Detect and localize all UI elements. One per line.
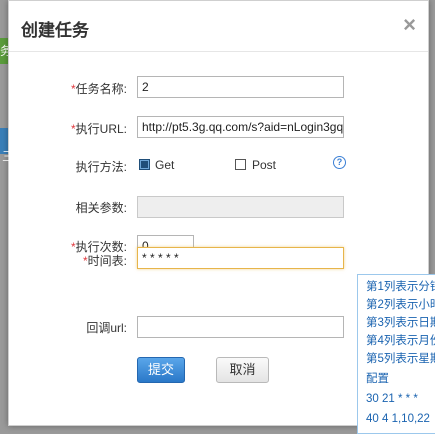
task-name-input[interactable]: 2 (137, 76, 344, 98)
tip-line: 配置 (366, 373, 389, 385)
help-icon[interactable]: ? (333, 156, 346, 169)
callback-label: 回调url: (86, 321, 127, 335)
tip-line: 第3列表示日期 (366, 317, 435, 329)
submit-button[interactable]: 提交 (137, 357, 185, 383)
tip-line: 第1列表示分钟 (366, 281, 435, 293)
close-icon[interactable]: × (403, 14, 416, 36)
method-post-label: Post (252, 158, 277, 172)
tip-line: 第2列表示小时 (366, 299, 435, 311)
method-post-radio[interactable] (235, 159, 246, 170)
tip-line: 30 21 * * * (366, 393, 418, 405)
method-get-radio[interactable] (139, 159, 150, 170)
dialog-title: 创建任务 (21, 21, 89, 40)
url-label: *执行URL: (70, 122, 127, 136)
schedule-label: *时间表: (82, 254, 127, 268)
task-name-label: *任务名称: (70, 82, 127, 96)
watermark: 三联网 3LIAN.COM (2, 149, 122, 164)
tip-line: 第4列表示月份 (366, 335, 435, 347)
params-label: 相关参数: (75, 201, 127, 215)
method-get-label: Get (155, 158, 175, 172)
schedule-input[interactable]: * * * * * (137, 247, 344, 269)
schedule-tooltip: 第1列表示分钟 第2列表示小时 第3列表示日期 第4列表示月份 第5列表示星期 … (357, 274, 435, 434)
cancel-button[interactable]: 取消 (216, 357, 269, 383)
dialog-header: 创建任务 × (9, 1, 428, 52)
params-input[interactable] (137, 196, 344, 218)
url-input[interactable]: http://pt5.3g.qq.com/s?aid=nLogin3gq (137, 116, 344, 138)
tip-line: 第5列表示星期 (366, 353, 435, 365)
callback-input[interactable] (137, 316, 344, 338)
tip-line: 40 4 1,10,22 (366, 413, 430, 425)
